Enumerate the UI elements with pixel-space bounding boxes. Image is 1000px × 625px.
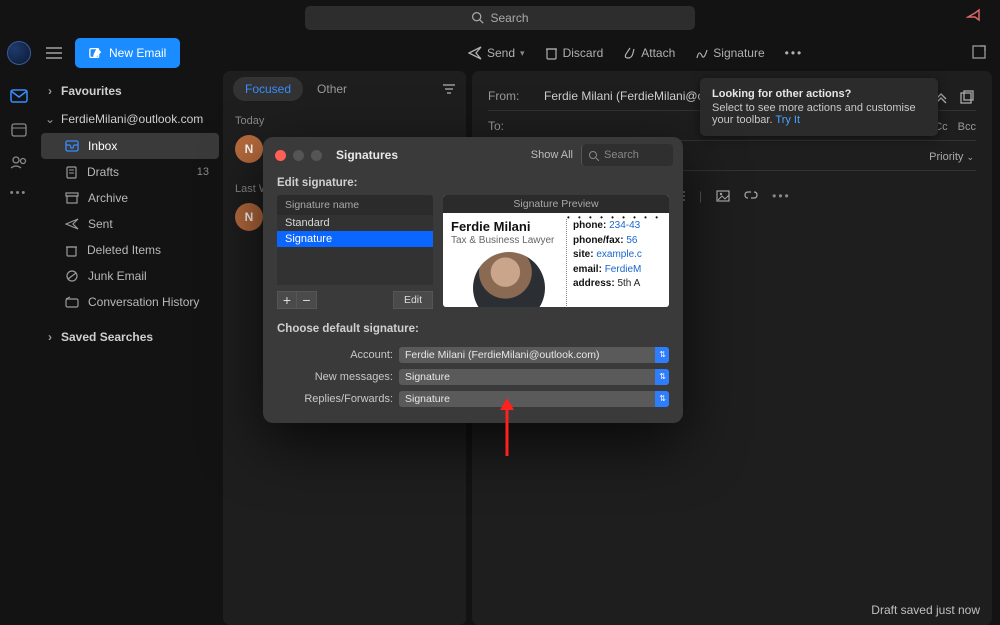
annotation-arrow <box>497 398 517 458</box>
folder-sent[interactable]: Sent <box>41 211 219 237</box>
from-value[interactable]: Ferdie Milani (FerdieMilani@outlo <box>544 89 724 103</box>
account-section[interactable]: ⌄FerdieMilani@outlook.com <box>37 105 223 133</box>
send-button[interactable]: Send▾ <box>468 46 525 60</box>
tab-focused[interactable]: Focused <box>233 77 303 101</box>
edit-signature-button[interactable]: Edit <box>393 291 433 309</box>
compose-icon <box>89 46 103 60</box>
add-signature-button[interactable]: + <box>277 291 297 309</box>
search-icon <box>471 11 484 24</box>
show-all-button[interactable]: Show All <box>531 149 573 161</box>
to-label: To: <box>488 119 544 133</box>
tip-popup: Looking for other actions? Select to see… <box>700 78 938 136</box>
from-label: From: <box>488 89 544 103</box>
signature-button[interactable]: Signature <box>695 46 764 60</box>
more-actions-button[interactable]: ••• <box>785 46 804 60</box>
signature-row[interactable]: Standard <box>277 215 433 231</box>
folder-sidebar: ›Favourites ⌄FerdieMilani@outlook.com In… <box>37 71 223 625</box>
folder-inbox[interactable]: Inbox <box>41 133 219 159</box>
bcc-button[interactable]: Bcc <box>958 121 976 133</box>
defaults-label: Choose default signature: <box>263 319 683 341</box>
rail-more[interactable]: ••• <box>10 187 28 199</box>
signature-list[interactable]: Standard Signature <box>277 215 433 285</box>
app-icon <box>7 41 31 65</box>
format-more[interactable]: ••• <box>772 189 791 203</box>
link-icon[interactable] <box>744 190 758 202</box>
menu-icon[interactable] <box>45 46 63 60</box>
favourites-section[interactable]: ›Favourites <box>37 77 223 105</box>
image-icon[interactable] <box>716 190 730 202</box>
tab-other[interactable]: Other <box>305 77 359 101</box>
maximize-icon[interactable] <box>972 45 986 59</box>
tip-link[interactable]: Try It <box>775 114 800 126</box>
rail-calendar[interactable] <box>11 121 27 137</box>
signature-list-header: Signature name <box>277 195 433 215</box>
draft-status: Draft saved just now <box>871 603 980 617</box>
rail-people[interactable] <box>10 155 28 169</box>
signatures-dialog: Signatures Show All Search Edit signatur… <box>263 137 683 423</box>
discard-button[interactable]: Discard <box>545 46 604 60</box>
folder-archive[interactable]: Archive <box>41 185 219 211</box>
edit-signature-label: Edit signature: <box>263 173 683 195</box>
remove-signature-button[interactable]: − <box>297 291 317 309</box>
rail-mail[interactable] <box>10 89 28 103</box>
folder-conversation-history[interactable]: Conversation History <box>41 289 219 315</box>
group-today: Today <box>223 107 466 131</box>
app-rail: ••• <box>0 71 37 625</box>
signature-row[interactable]: Signature <box>277 231 433 247</box>
dialog-search[interactable]: Search <box>581 144 673 166</box>
new-email-button[interactable]: New Email <box>75 38 180 68</box>
dialog-title: Signatures <box>336 148 398 162</box>
filter-icon[interactable] <box>442 83 456 95</box>
replies-forwards-select[interactable]: Signature⇅ <box>399 391 669 407</box>
priority-button[interactable]: Priority ⌄ <box>929 151 974 163</box>
avatar: N <box>235 203 263 231</box>
avatar: N <box>235 135 263 163</box>
announcement-icon[interactable] <box>966 8 982 24</box>
headshot <box>473 252 545 307</box>
saved-searches-section[interactable]: ›Saved Searches <box>37 323 223 351</box>
folder-drafts[interactable]: Drafts13 <box>41 159 219 185</box>
folder-deleted[interactable]: Deleted Items <box>41 237 219 263</box>
attach-button[interactable]: Attach <box>623 46 675 60</box>
search-placeholder: Search <box>490 11 528 25</box>
popout-icon[interactable] <box>960 90 974 104</box>
new-messages-select[interactable]: Signature⇅ <box>399 369 669 385</box>
global-search[interactable]: Search <box>305 6 695 30</box>
signature-preview: Signature Preview • • • • • • • • • Ferd… <box>443 195 669 307</box>
folder-junk[interactable]: Junk Email <box>41 263 219 289</box>
window-controls[interactable] <box>275 150 322 161</box>
account-select[interactable]: Ferdie Milani (FerdieMilani@outlook.com)… <box>399 347 669 363</box>
